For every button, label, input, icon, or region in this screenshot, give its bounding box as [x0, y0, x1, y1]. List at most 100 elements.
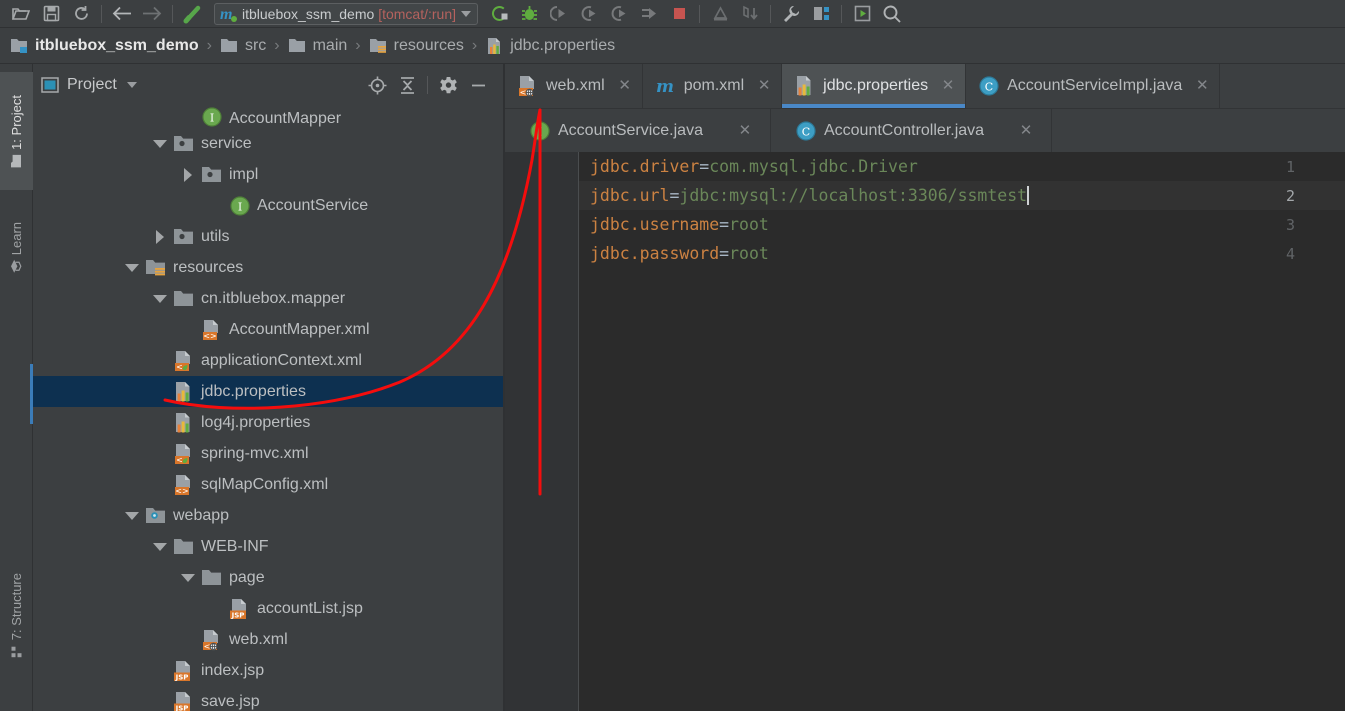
tree-row[interactable]: impl — [33, 159, 505, 190]
class-icon: C — [978, 75, 1000, 97]
update-application-icon[interactable] — [707, 2, 733, 26]
project-structure-icon[interactable] — [808, 2, 834, 26]
save-all-icon[interactable] — [38, 2, 64, 26]
run-icon[interactable] — [486, 2, 512, 26]
rail-button-structure[interactable]: 7: Structure — [0, 544, 33, 686]
tree-row[interactable]: service — [33, 128, 505, 159]
code-line[interactable]: jdbc.password=root — [590, 239, 769, 268]
interface-icon: I — [227, 195, 253, 217]
close-icon[interactable]: ✕ — [1195, 78, 1209, 93]
rail-button-learn[interactable]: Learn — [0, 204, 33, 290]
tree-item-label: AccountMapper.xml — [229, 320, 370, 338]
code-line[interactable]: jdbc.driver=com.mysql.jdbc.Driver — [590, 152, 918, 181]
chevron-down-icon[interactable] — [121, 263, 143, 272]
tree-row[interactable]: <> sqlMapConfig.xml — [33, 469, 505, 500]
close-icon[interactable]: ✕ — [941, 78, 955, 93]
tree-row[interactable]: page — [33, 562, 505, 593]
settings-gear-icon[interactable] — [433, 71, 463, 99]
project-window-icon — [41, 77, 59, 93]
breadcrumb-item-resources[interactable]: resources — [369, 37, 464, 55]
build-project-icon[interactable] — [180, 2, 206, 26]
chevron-right-icon[interactable] — [177, 167, 199, 182]
tree-row[interactable]: JSP accountList.jsp — [33, 593, 505, 624]
chevron-right-icon[interactable] — [149, 229, 171, 244]
chevron-down-icon[interactable] — [177, 573, 199, 582]
editor-tab[interactable]: C AccountServiceImpl.java ✕ — [966, 64, 1221, 108]
rail-label: Learn — [9, 221, 24, 256]
chevron-down-icon[interactable] — [126, 82, 137, 88]
debug-icon[interactable] — [516, 2, 542, 26]
project-file-tree[interactable]: I AccountMapper service impl I AccountService… — [33, 106, 505, 711]
code-editor[interactable]: 1234 jdbc.driver=com.mysql.jdbc.Driver jd… — [505, 152, 1345, 711]
tree-item-label: cn.itbluebox.mapper — [201, 289, 346, 307]
property-value: root — [729, 244, 769, 263]
tree-item-label: save.jsp — [201, 692, 260, 710]
breadcrumb-label: itbluebox_ssm_demo — [35, 36, 199, 54]
close-icon[interactable]: ✕ — [1019, 123, 1033, 138]
close-icon[interactable]: ✕ — [757, 78, 771, 93]
property-key: jdbc.username — [590, 215, 720, 234]
locate-file-icon[interactable] — [362, 71, 392, 99]
search-everywhere-icon[interactable] — [879, 2, 905, 26]
navigate-back-icon[interactable] — [109, 2, 135, 26]
tree-row[interactable]: <> AccountMapper.xml — [33, 314, 505, 345]
chevron-down-icon[interactable] — [461, 10, 471, 17]
editor-tab-active[interactable]: jdbc.properties ✕ — [782, 64, 967, 108]
tree-row[interactable]: JSP save.jsp — [33, 686, 505, 711]
tree-row[interactable]: utils — [33, 221, 505, 252]
chevron-down-icon[interactable] — [149, 542, 171, 551]
run-with-coverage-icon[interactable] — [546, 2, 572, 26]
tree-item-label: index.jsp — [201, 661, 265, 679]
breadcrumb-item-src[interactable]: src — [220, 37, 266, 55]
folder-icon — [171, 537, 197, 556]
hide-panel-icon[interactable] — [463, 71, 493, 99]
tree-row[interactable]: < web.xml — [33, 624, 505, 655]
close-icon[interactable]: ✕ — [738, 123, 752, 138]
sync-refresh-icon[interactable] — [68, 2, 94, 26]
tree-row[interactable]: I AccountMapper — [33, 106, 505, 128]
run-configuration-label: itbluebox_ssm_demo [tomcat/:run] — [242, 5, 456, 22]
chevron-down-icon[interactable] — [149, 139, 171, 148]
navigate-forward-icon[interactable] — [139, 2, 165, 26]
interface-icon: I — [199, 106, 225, 128]
tree-row[interactable]: I AccountService — [33, 190, 505, 221]
pull-icon[interactable] — [737, 2, 763, 26]
settings-wrench-icon[interactable] — [778, 2, 804, 26]
tree-row[interactable]: cn.itbluebox.mapper — [33, 283, 505, 314]
profile-icon[interactable] — [576, 2, 602, 26]
run-anything-icon[interactable] — [849, 2, 875, 26]
editor-tab[interactable]: m pom.xml ✕ — [643, 64, 783, 108]
main-toolbar: m itbluebox_ssm_demo [tomcat/:run] — [0, 0, 1345, 28]
breadcrumb-item-file[interactable]: jdbc.properties — [485, 37, 615, 55]
step-icon[interactable] — [636, 2, 662, 26]
close-icon[interactable]: ✕ — [618, 78, 632, 93]
tree-row[interactable]: JSP index.jsp — [33, 655, 505, 686]
tree-row[interactable]: WEB-INF — [33, 531, 505, 562]
editor-gutter[interactable] — [505, 152, 578, 711]
editor-tab[interactable]: < web.xml ✕ — [505, 64, 643, 108]
tree-row[interactable]: webapp — [33, 500, 505, 531]
rail-button-project[interactable]: 1: Project — [0, 72, 33, 190]
breadcrumb-item-main[interactable]: main — [288, 37, 347, 55]
tree-item-label: WEB-INF — [201, 537, 269, 555]
stop-icon[interactable] — [666, 2, 692, 26]
breadcrumb-item-project[interactable]: itbluebox_ssm_demo — [10, 37, 199, 55]
tree-row-selected[interactable]: jdbc.properties — [33, 376, 505, 407]
tree-row[interactable]: < spring-mvc.xml — [33, 438, 505, 469]
editor-area: < web.xml ✕ m pom.xml ✕ jdbc.properties ✕ C Accou… — [505, 64, 1345, 711]
gutter-separator — [578, 152, 579, 711]
collapse-all-icon[interactable] — [392, 71, 422, 99]
line-number: 2 — [1285, 187, 1295, 205]
chevron-down-icon[interactable] — [149, 294, 171, 303]
chevron-down-icon[interactable] — [121, 511, 143, 520]
code-line[interactable]: jdbc.username=root — [590, 210, 769, 239]
tree-row[interactable]: < applicationContext.xml — [33, 345, 505, 376]
editor-tab[interactable]: I AccountService.java ✕ — [505, 109, 771, 152]
editor-tab[interactable]: C AccountController.java ✕ — [771, 109, 1053, 152]
code-line[interactable]: jdbc.url=jdbc:mysql://localhost:3306/ssm… — [590, 181, 1030, 210]
run-configuration-selector[interactable]: m itbluebox_ssm_demo [tomcat/:run] — [214, 2, 478, 25]
tree-row[interactable]: resources — [33, 252, 505, 283]
rerun-icon[interactable] — [606, 2, 632, 26]
open-folder-icon[interactable] — [8, 2, 34, 26]
tree-row[interactable]: log4j.properties — [33, 407, 505, 438]
